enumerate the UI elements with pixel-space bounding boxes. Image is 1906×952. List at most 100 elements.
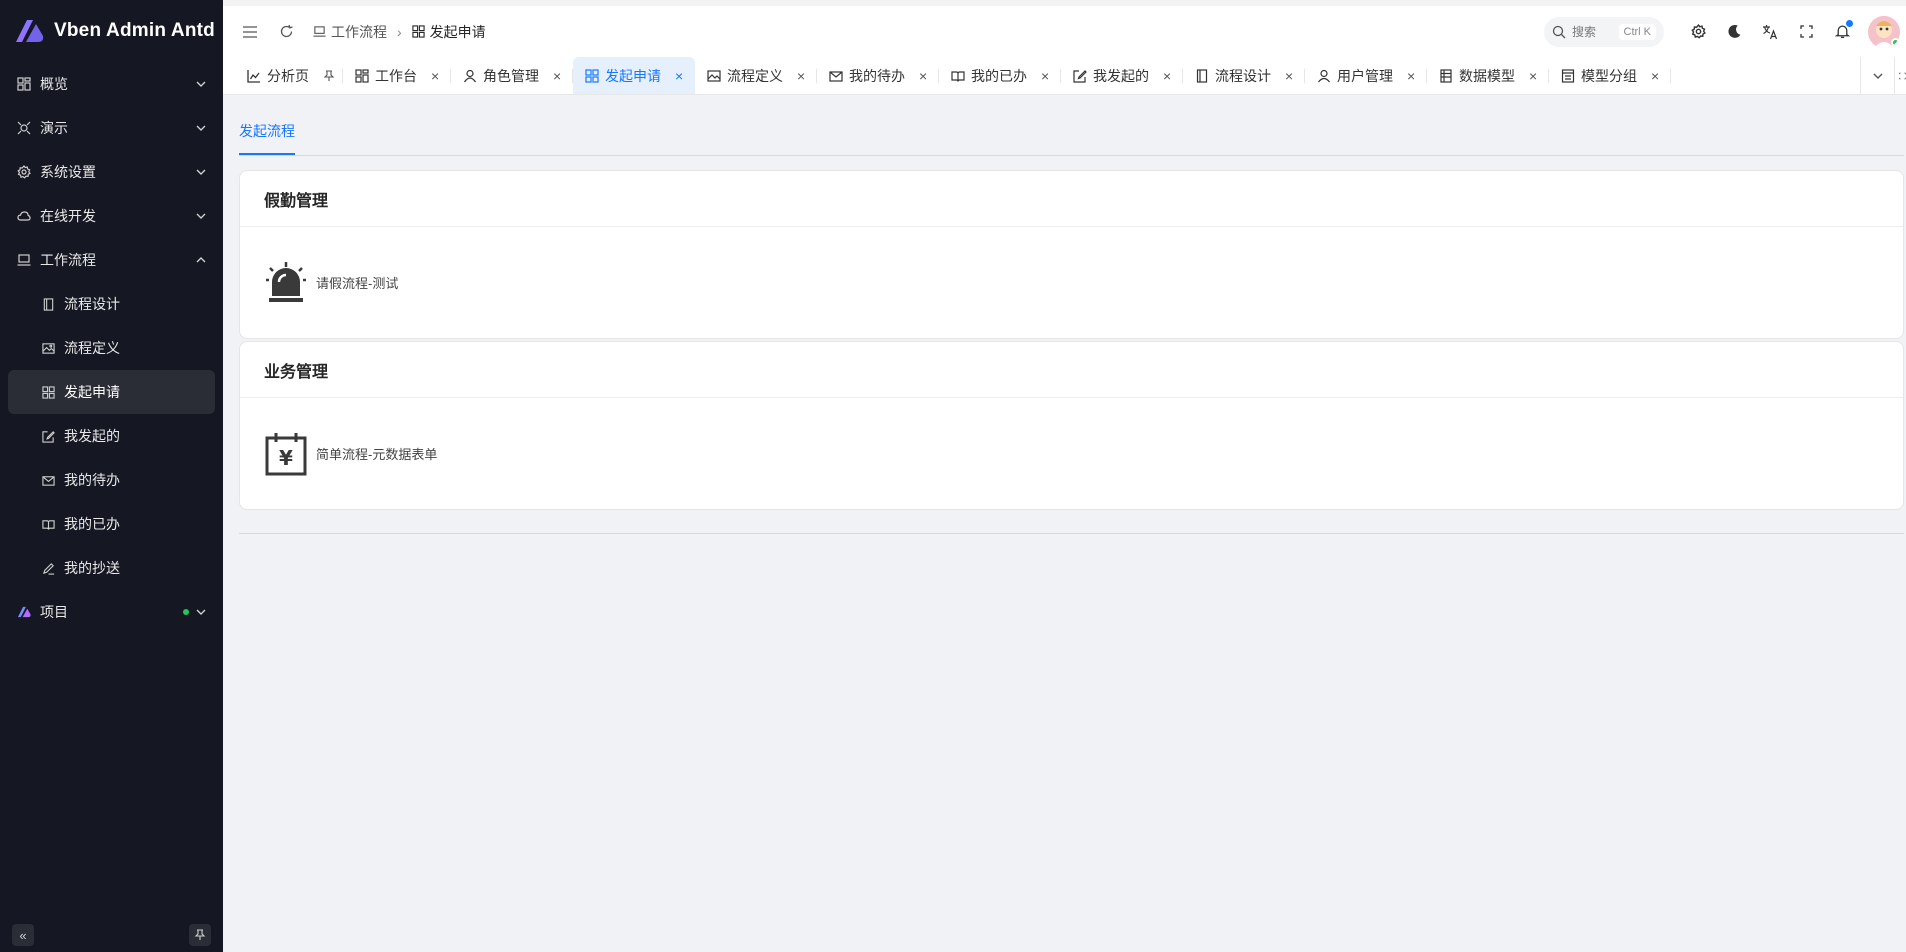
tab-my-done[interactable]: 我的已办 × <box>939 57 1061 94</box>
gear-icon <box>16 164 32 180</box>
tab-more-button[interactable] <box>1860 57 1894 94</box>
avatar[interactable] <box>1868 15 1900 48</box>
sidebar-item-process-design[interactable]: 流程设计 <box>0 282 223 326</box>
sidebar-item-my-started[interactable]: 我发起的 <box>0 414 223 458</box>
calendar-yen-icon: ¥ <box>265 432 307 475</box>
mail-icon <box>829 70 843 82</box>
status-dot <box>183 609 189 615</box>
close-icon[interactable]: × <box>1407 68 1419 84</box>
tab-label: 流程设计 <box>1215 67 1271 84</box>
close-icon[interactable]: × <box>553 68 565 84</box>
sidebar-item-overview[interactable]: 概览 <box>0 62 223 106</box>
tab-maximize-button[interactable] <box>1894 57 1906 94</box>
collapse-sidebar-button[interactable]: « <box>12 924 34 946</box>
sidebar-item-process-definition[interactable]: 流程定义 <box>0 326 223 370</box>
tab-bar: 分析页 工作台 × 角色管理 × 发起申请 × 流程定义 × 我的待办 × 我的… <box>223 57 1906 95</box>
close-icon[interactable]: × <box>1651 68 1663 84</box>
notifications-button[interactable] <box>1824 14 1860 50</box>
tab-label: 工作台 <box>375 67 417 84</box>
tab-workbench[interactable]: 工作台 × <box>343 57 451 94</box>
sidebar-item-workflow[interactable]: 工作流程 <box>0 238 223 282</box>
fullscreen-icon <box>1799 25 1813 38</box>
close-icon[interactable]: × <box>1529 68 1541 84</box>
sidebar-item-my-cc[interactable]: 我的抄送 <box>0 546 223 590</box>
refresh-icon <box>280 24 293 38</box>
sidebar-item-start-application[interactable]: 发起申请 <box>8 370 215 414</box>
folder-icon <box>1561 68 1575 83</box>
document-icon <box>40 296 56 312</box>
close-icon[interactable]: × <box>675 68 687 84</box>
tab-data-model[interactable]: 数据模型 × <box>1427 57 1549 94</box>
pin-sidebar-button[interactable] <box>189 924 211 946</box>
double-chevron-left-icon: « <box>19 927 27 943</box>
close-icon[interactable]: × <box>797 68 809 84</box>
tab-analysis[interactable]: 分析页 <box>235 57 343 94</box>
sidebar-item-label: 在线开发 <box>40 208 96 224</box>
search-input[interactable]: 搜索 Ctrl K <box>1544 16 1664 47</box>
sidebar-item-label: 我的待办 <box>64 472 120 488</box>
tab-my-started[interactable]: 我发起的 × <box>1061 57 1183 94</box>
close-icon[interactable]: × <box>1163 68 1175 84</box>
menu-toggle-button[interactable] <box>241 23 259 41</box>
process-item[interactable]: ¥ 简单流程-元数据表单 <box>264 431 437 477</box>
breadcrumb: 工作流程 › 发起申请 <box>313 22 486 42</box>
sidebar-item-label: 工作流程 <box>40 252 96 268</box>
sidebar-item-project[interactable]: 项目 <box>0 590 223 634</box>
tab-user-management[interactable]: 用户管理 × <box>1305 57 1427 94</box>
sidebar-item-label: 流程设计 <box>64 296 120 312</box>
language-button[interactable] <box>1752 14 1788 50</box>
cloud-icon <box>16 208 32 224</box>
tab-model-group[interactable]: 模型分组 × <box>1549 57 1671 94</box>
fullscreen-button[interactable] <box>1788 14 1824 50</box>
sidebar-item-label: 项目 <box>40 604 68 620</box>
tab-label: 我发起的 <box>1093 67 1149 84</box>
laptop-icon <box>313 26 326 37</box>
table-icon <box>1440 68 1452 83</box>
breadcrumb-item-workflow[interactable]: 工作流程 <box>313 22 387 42</box>
chevron-down-icon <box>196 125 206 131</box>
sidebar-item-my-done[interactable]: 我的已办 <box>0 502 223 546</box>
process-name: 请假流程-测试 <box>316 276 399 291</box>
tab-process-definition[interactable]: 流程定义 × <box>695 57 817 94</box>
tab-my-todo[interactable]: 我的待办 × <box>817 57 939 94</box>
tab-role-management[interactable]: 角色管理 × <box>451 57 573 94</box>
close-icon[interactable]: × <box>431 68 443 84</box>
settings-button[interactable] <box>1680 14 1716 50</box>
image-icon <box>707 69 721 82</box>
close-icon[interactable]: × <box>1041 68 1053 84</box>
chart-icon <box>247 69 260 83</box>
sidebar-item-label: 演示 <box>40 120 68 136</box>
sidebar-item-online-dev[interactable]: 在线开发 <box>0 194 223 238</box>
chevron-down-icon <box>1873 73 1882 79</box>
sidebar-item-my-todo[interactable]: 我的待办 <box>0 458 223 502</box>
pin-icon <box>194 929 206 940</box>
tab-label: 流程定义 <box>727 67 783 84</box>
tab-process-design[interactable]: 流程设计 × <box>1183 57 1305 94</box>
laptop-icon <box>16 252 32 268</box>
process-item[interactable]: 请假流程-测试 <box>264 260 398 306</box>
tab-label: 发起申请 <box>605 67 661 84</box>
sidebar-item-label: 我的已办 <box>64 516 120 532</box>
dashboard-icon <box>16 76 32 92</box>
pin-icon[interactable] <box>323 69 335 82</box>
tab-start-process[interactable]: 发起流程 <box>239 121 295 155</box>
sidebar: Vben Admin Antd 概览 演示 系统设置 在线开发 工作流程 流程设… <box>0 0 223 952</box>
brand[interactable]: Vben Admin Antd <box>0 0 223 62</box>
category-body: 请假流程-测试 <box>240 227 1903 338</box>
grid-icon <box>40 384 56 400</box>
grid-icon <box>585 68 599 83</box>
search-shortcut: Ctrl K <box>1618 23 1656 40</box>
sidebar-item-system-settings[interactable]: 系统设置 <box>0 150 223 194</box>
sidebar-item-demo[interactable]: 演示 <box>0 106 223 150</box>
close-icon[interactable]: × <box>919 68 931 84</box>
close-icon[interactable]: × <box>1285 68 1297 84</box>
notification-dot <box>1846 19 1853 27</box>
tab-start-application[interactable]: 发起申请 × <box>573 57 695 94</box>
refresh-button[interactable] <box>277 23 295 41</box>
sidebar-item-label: 我发起的 <box>64 428 120 444</box>
user-icon <box>1318 69 1330 82</box>
tab-label: 角色管理 <box>483 67 539 84</box>
theme-toggle-button[interactable] <box>1716 14 1752 50</box>
hamburger-icon <box>243 25 257 38</box>
sidebar-item-label: 流程定义 <box>64 340 120 356</box>
